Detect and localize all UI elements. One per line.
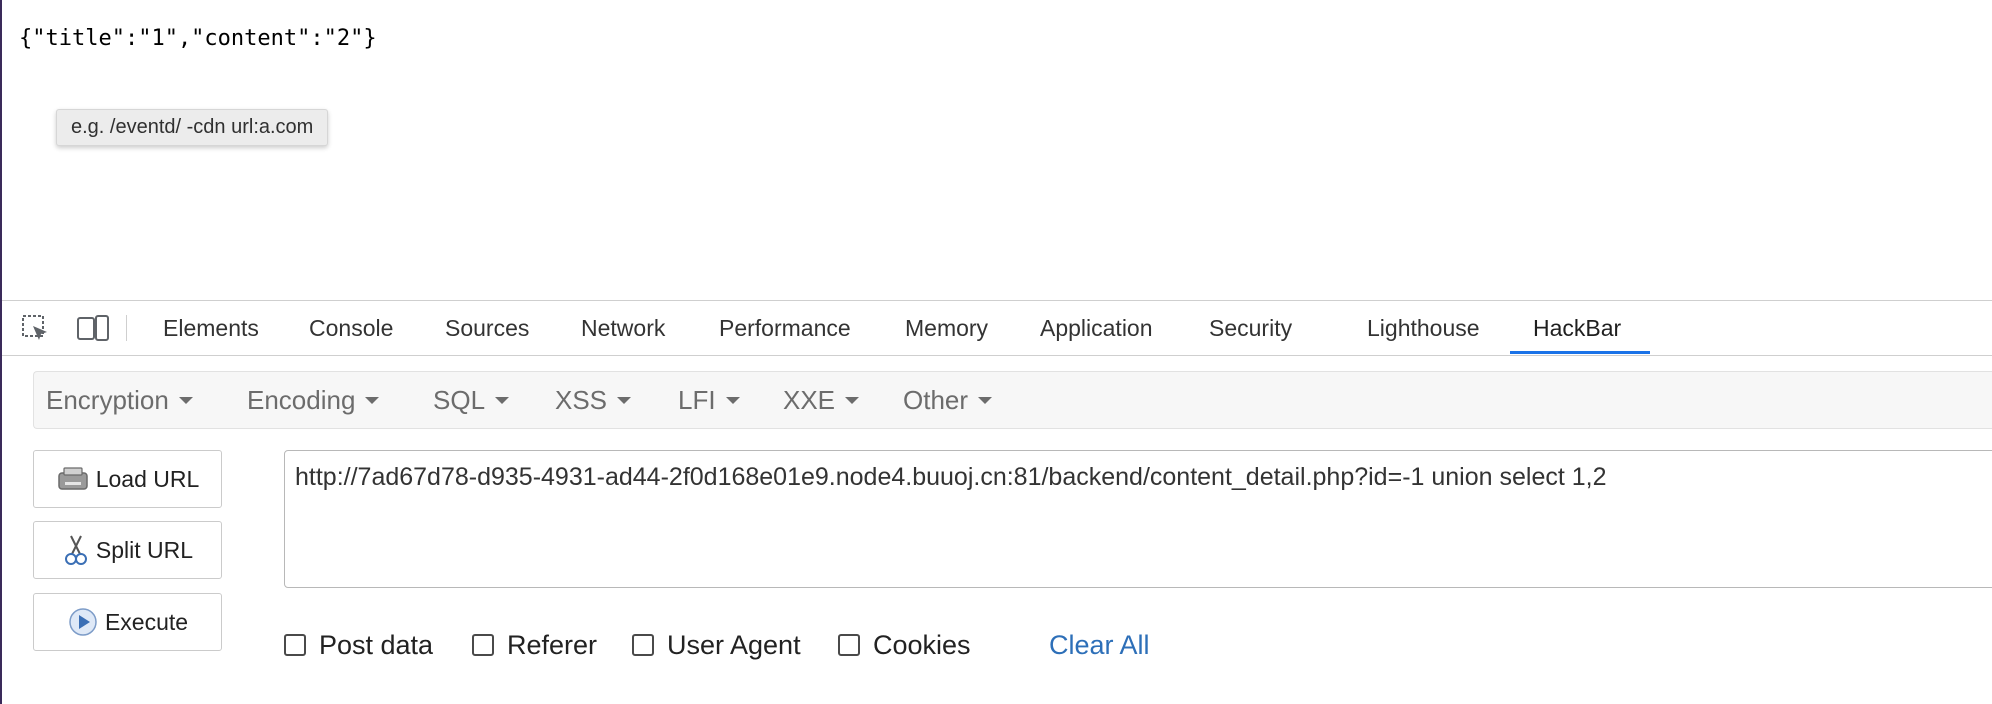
tab-security[interactable]: Security	[1209, 301, 1292, 355]
caret-down-icon	[178, 396, 193, 404]
split-url-button[interactable]: Split URL	[33, 521, 222, 579]
menu-encoding[interactable]: Encoding	[247, 372, 380, 428]
search-hint-tooltip: e.g. /eventd/ -cdn url:a.com	[56, 109, 329, 146]
cookies-checkbox[interactable]	[838, 634, 860, 656]
menu-lfi[interactable]: LFI	[678, 372, 740, 428]
user-agent-checkbox[interactable]	[632, 634, 654, 656]
load-url-button[interactable]: Load URL	[33, 450, 222, 508]
url-textarea[interactable]: http://7ad67d78-d935-4931-ad44-2f0d168e0…	[284, 450, 1992, 588]
split-url-label: Split URL	[95, 536, 194, 563]
tab-performance[interactable]: Performance	[719, 301, 851, 355]
caret-down-icon	[725, 396, 740, 404]
menu-xss[interactable]: XSS	[555, 372, 632, 428]
referer-checkbox[interactable]	[472, 634, 494, 656]
tab-sources[interactable]: Sources	[445, 301, 529, 355]
cookies-option[interactable]: Cookies	[838, 620, 971, 670]
tab-network[interactable]: Network	[581, 301, 665, 355]
caret-down-icon	[617, 396, 632, 404]
hackbar-menubar: Encryption Encoding SQL XSS LFI XXE Othe…	[33, 371, 1992, 429]
execute-label: Execute	[104, 608, 189, 635]
load-url-label: Load URL	[95, 465, 200, 492]
tab-application[interactable]: Application	[1040, 301, 1153, 355]
user-agent-option[interactable]: User Agent	[632, 620, 801, 670]
post-data-checkbox[interactable]	[284, 634, 306, 656]
menu-sql[interactable]: SQL	[433, 372, 510, 428]
tab-console[interactable]: Console	[309, 301, 393, 355]
menu-xxe[interactable]: XXE	[783, 372, 860, 428]
scissors-icon	[64, 535, 87, 565]
device-toolbar-icon[interactable]	[76, 313, 109, 343]
caret-down-icon	[365, 396, 380, 404]
tab-hackbar[interactable]: HackBar	[1533, 301, 1621, 355]
tab-lighthouse[interactable]: Lighthouse	[1367, 301, 1480, 355]
execute-button[interactable]: Execute	[33, 593, 222, 651]
menu-encryption[interactable]: Encryption	[46, 372, 193, 428]
inspect-element-icon[interactable]	[20, 313, 50, 343]
referer-option[interactable]: Referer	[472, 620, 597, 670]
active-tab-indicator	[1510, 351, 1650, 354]
toolbar-separator	[126, 315, 127, 341]
caret-down-icon	[978, 396, 993, 404]
play-icon	[69, 608, 97, 636]
devtools-panel: Elements Console Sources Network Perform…	[2, 300, 1992, 704]
devtools-tabbar: Elements Console Sources Network Perform…	[2, 300, 1992, 356]
tab-memory[interactable]: Memory	[905, 301, 988, 355]
caret-down-icon	[495, 396, 510, 404]
menu-other[interactable]: Other	[903, 372, 993, 428]
load-url-icon	[57, 467, 88, 490]
post-data-option[interactable]: Post data	[284, 620, 433, 670]
clear-all-link[interactable]: Clear All	[1049, 620, 1150, 670]
json-response: {"title":"1","content":"2"}	[19, 26, 377, 51]
caret-down-icon	[845, 396, 860, 404]
url-text: http://7ad67d78-d935-4931-ad44-2f0d168e0…	[295, 463, 1607, 491]
tab-elements[interactable]: Elements	[163, 301, 259, 355]
